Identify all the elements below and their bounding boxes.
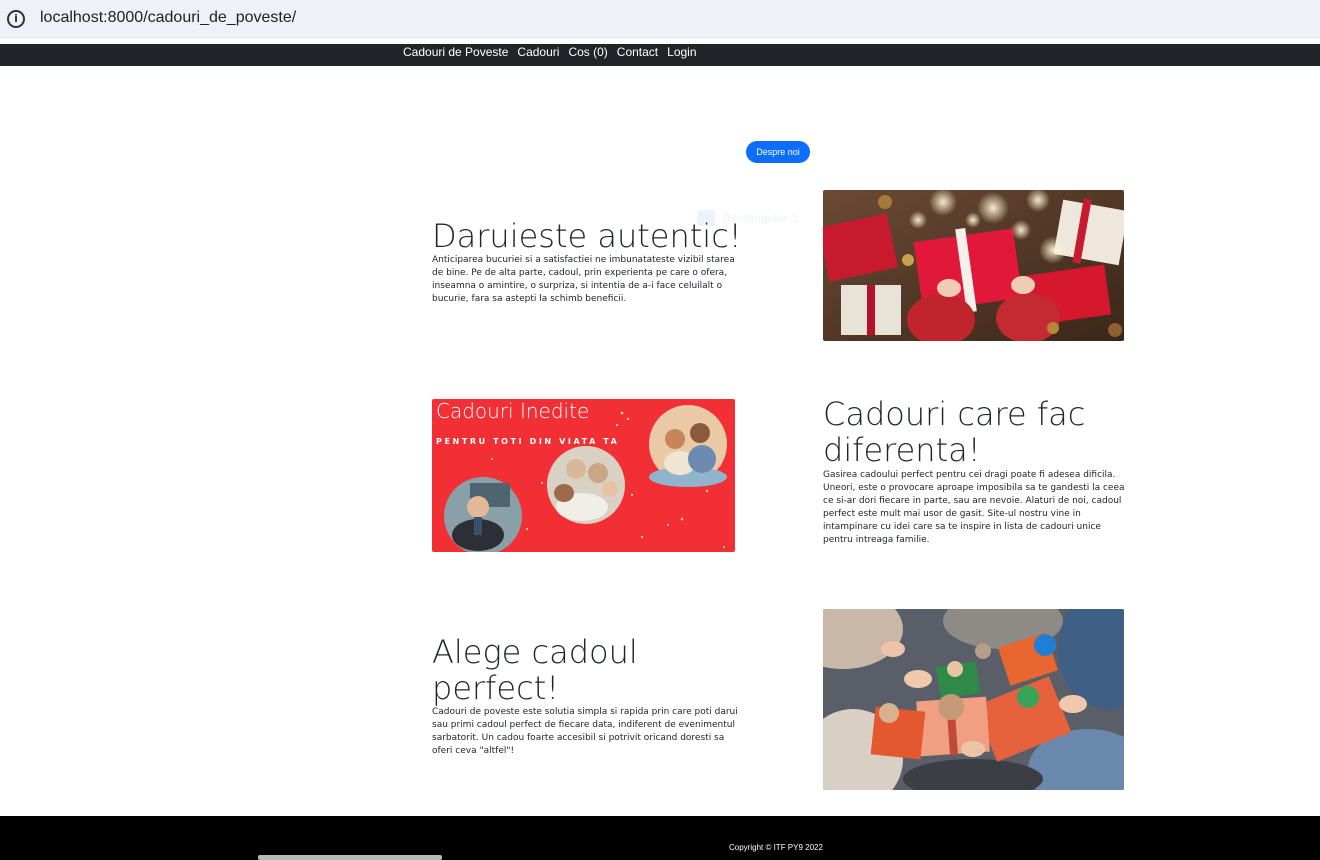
nav-link-cadouri[interactable]: Cadouri — [517, 45, 559, 59]
about-us-button[interactable]: Despre noi — [746, 141, 810, 163]
friends-gifts-image — [823, 609, 1124, 790]
banner-title: Cadouri Inedite — [436, 399, 590, 423]
footer-copyright: Copyright © ITF PY9 2022 — [729, 843, 823, 852]
nav-link-cart[interactable]: Cos (0) — [568, 45, 607, 59]
url-text[interactable]: localhost:8000/cadouri_de_poveste/ — [40, 9, 296, 27]
section-text-alege: Cadouri de poveste este solutia simpla s… — [432, 707, 738, 757]
nav-brand-link[interactable]: Cadouri de Poveste — [403, 45, 508, 59]
section-text-daruieste: Anticiparea bucuriei si a satisfactiei n… — [432, 255, 735, 305]
browser-address-bar: i localhost:8000/cadouri_de_poveste/ — [0, 0, 1320, 38]
section-title-diferenta: Cadouri care fac diferenta! — [823, 395, 1086, 469]
section-title-alege: Alege cadoul perfect! — [432, 633, 638, 707]
site-info-icon[interactable]: i — [7, 10, 25, 28]
section-text-diferenta: Gasirea cadoului perfect pentru cei drag… — [823, 470, 1125, 546]
horizontal-scrollbar[interactable] — [258, 855, 442, 860]
nav-link-login[interactable]: Login — [667, 45, 696, 59]
cadouri-inedite-banner: Cadouri Inedite PENTRU TOTI DIN VIATA TA — [432, 399, 735, 552]
section-title-daruieste: Daruieste autentic! — [432, 217, 742, 255]
nav-link-contact[interactable]: Contact — [617, 45, 658, 59]
banner-subtitle: PENTRU TOTI DIN VIATA TA — [436, 437, 620, 446]
gifts-hands-image — [823, 190, 1124, 341]
site-navbar: Cadouri de Poveste Cadouri Cos (0) Conta… — [0, 44, 1320, 66]
site-footer: Copyright © ITF PY9 2022 — [0, 816, 1320, 860]
